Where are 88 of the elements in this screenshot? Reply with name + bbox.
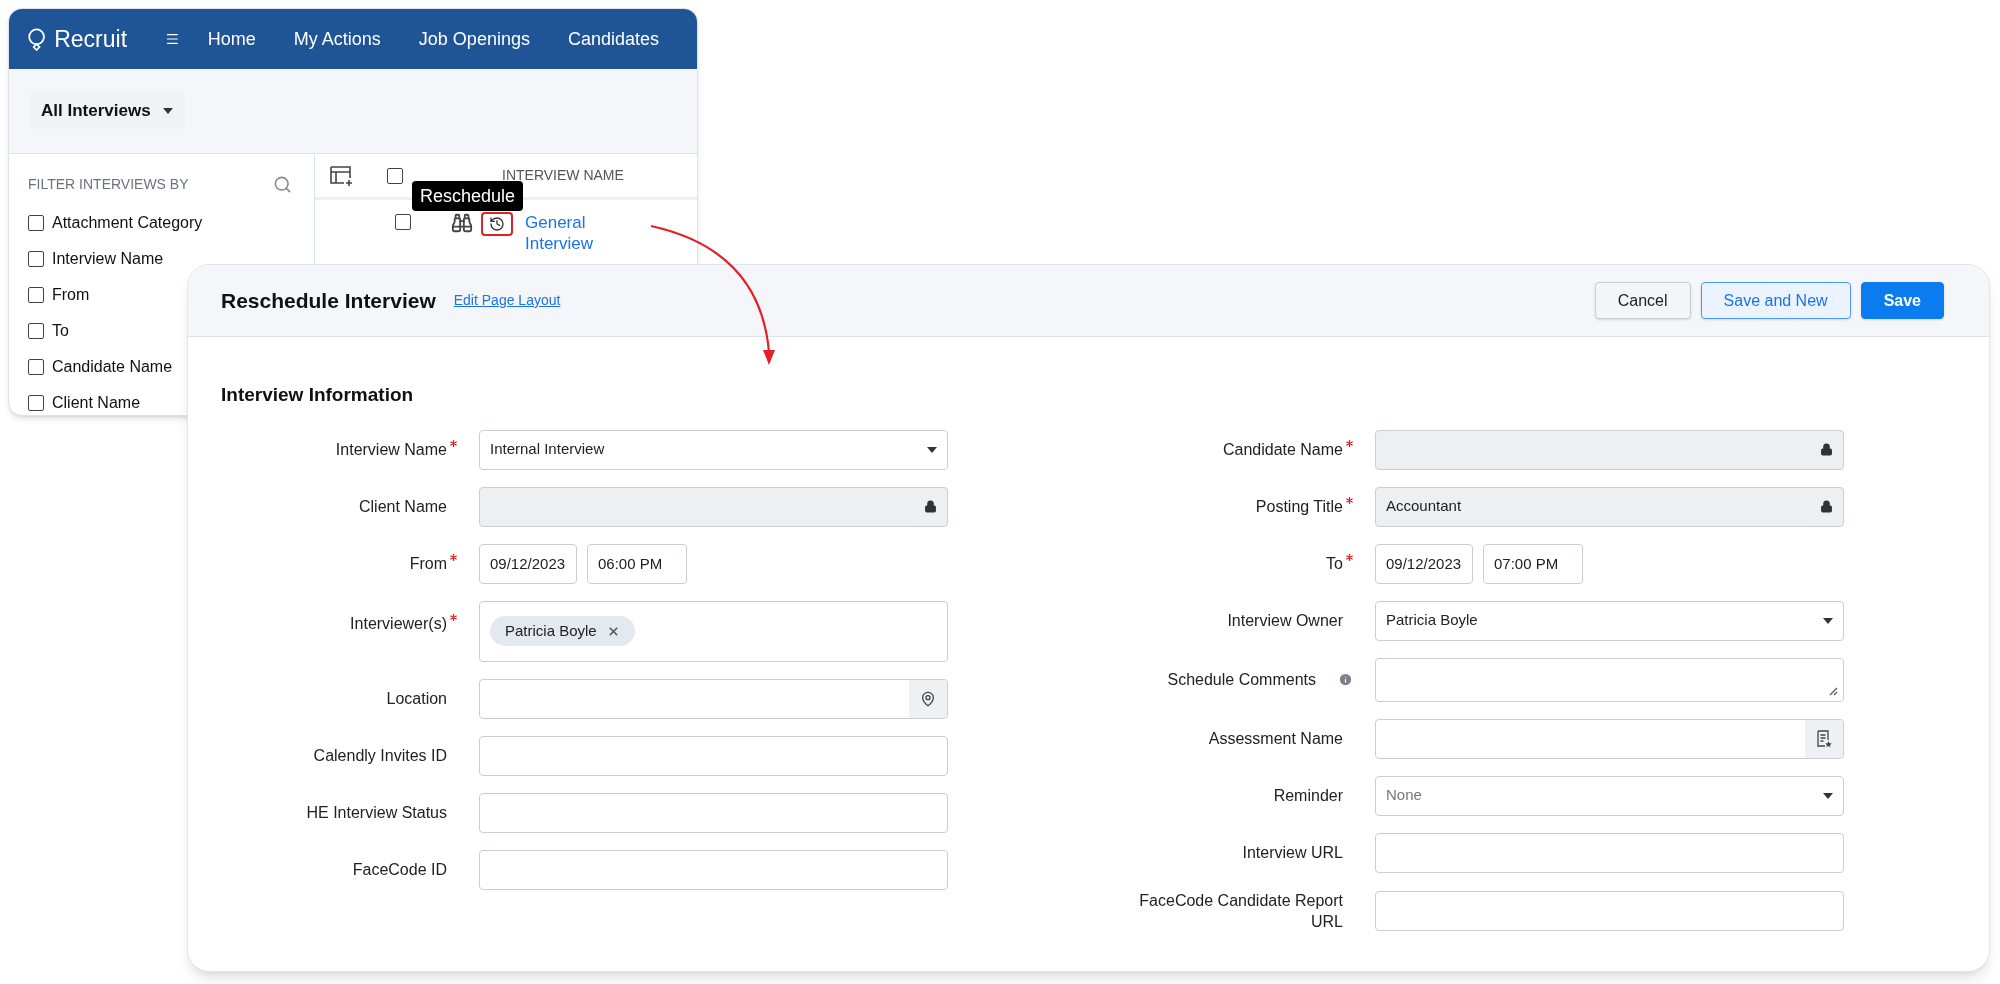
field-label: Location <box>386 688 447 709</box>
document-star-icon[interactable] <box>1816 729 1832 748</box>
lock-icon <box>1820 443 1833 456</box>
row-checkbox[interactable] <box>395 214 411 230</box>
field-label: To <box>1326 553 1343 574</box>
caret-icon <box>162 108 173 114</box>
interview-link[interactable]: General Interview <box>525 212 615 254</box>
nav-link[interactable]: Job Openings <box>418 25 530 53</box>
select-all-checkbox[interactable] <box>387 167 403 184</box>
dropdown[interactable]: Patricia Boyle <box>1375 600 1844 641</box>
field-label: Interview Owner <box>1227 610 1343 631</box>
save-button[interactable]: Save <box>1860 282 1944 319</box>
field-label: Client Name <box>358 496 447 517</box>
chip-label: Patricia Boyle <box>505 620 597 641</box>
dropdown[interactable]: None <box>1375 775 1844 816</box>
filter-title: FILTER INTERVIEWS BY <box>28 175 189 194</box>
lock-icon <box>924 500 937 513</box>
search-icon[interactable] <box>273 175 292 194</box>
nav-link[interactable]: My Actions <box>293 25 381 53</box>
text-field[interactable] <box>1375 832 1844 873</box>
field-label: Interviewer(s) <box>350 613 447 634</box>
binoculars-icon[interactable] <box>451 212 473 234</box>
view-selector[interactable]: All Interviews <box>29 93 185 129</box>
filter-label[interactable]: From <box>52 285 90 305</box>
filter-checkbox[interactable] <box>28 359 44 375</box>
text-field[interactable] <box>479 792 948 833</box>
required-icon <box>450 439 457 447</box>
location-pin-icon[interactable] <box>920 690 936 707</box>
cancel-button[interactable]: Cancel <box>1594 282 1691 319</box>
save-and-new-button[interactable]: Save and New <box>1700 282 1851 319</box>
required-icon <box>450 613 457 621</box>
comments-field[interactable] <box>1375 657 1844 702</box>
nav-link[interactable]: Home <box>207 25 256 53</box>
date-field[interactable]: 09/12/2023 <box>479 543 577 584</box>
section-title: Interview Information <box>221 383 415 407</box>
required-icon <box>1346 553 1353 561</box>
field-label: Posting Title <box>1255 496 1343 517</box>
required-icon <box>1346 439 1353 447</box>
filter-checkbox[interactable] <box>28 251 44 267</box>
lookup-field[interactable] <box>1375 718 1844 759</box>
caret-icon <box>1823 617 1833 624</box>
required-icon <box>1346 496 1353 504</box>
filter-label[interactable]: Candidate Name <box>52 357 173 377</box>
lock-icon <box>1820 500 1833 513</box>
dropdown-value: Internal Interview <box>490 439 605 460</box>
filter-checkbox[interactable] <box>28 395 44 411</box>
table-settings-icon[interactable] <box>329 164 355 187</box>
field-label: FaceCode ID <box>352 859 447 880</box>
caret-icon <box>1823 792 1833 799</box>
field-label: Interview URL <box>1242 842 1343 863</box>
brand-name[interactable]: Recruit <box>54 21 128 57</box>
dropdown-value: Patricia Boyle <box>1386 610 1478 631</box>
filter-label[interactable]: Interview Name <box>52 249 164 269</box>
time-field[interactable]: 07:00 PM <box>1483 543 1583 584</box>
filter-checkbox[interactable] <box>28 323 44 339</box>
dropdown-placeholder: None <box>1386 785 1422 806</box>
filter-label[interactable]: Client Name <box>52 393 141 413</box>
interviewer-field[interactable]: Patricia Boyle <box>479 600 948 662</box>
remove-icon[interactable] <box>606 624 620 638</box>
field-label: Assessment Name <box>1208 728 1343 749</box>
field-label: FaceCode Candidate Report URL <box>1138 890 1343 933</box>
tooltip: Reschedule <box>412 181 524 211</box>
filter-label[interactable]: To <box>52 321 69 341</box>
field-label: Schedule Comments <box>1167 669 1316 690</box>
form-title: Reschedule Interview <box>221 287 436 314</box>
filter-label[interactable]: Attachment Category <box>52 213 203 233</box>
field-label: Interview Name <box>335 439 447 460</box>
required-icon <box>450 553 457 561</box>
field-label: Reminder <box>1273 785 1343 806</box>
field-label: Candidate Name <box>1222 439 1343 460</box>
location-field[interactable] <box>479 678 948 719</box>
time-field[interactable]: 06:00 PM <box>587 543 687 584</box>
caret-icon <box>927 446 937 453</box>
text-field[interactable] <box>1375 891 1844 932</box>
field-label: From <box>409 553 447 574</box>
nav-link[interactable]: Candidates <box>567 25 659 53</box>
text-field[interactable] <box>479 735 948 776</box>
filter-checkbox[interactable] <box>28 287 44 303</box>
filter-checkbox[interactable] <box>28 215 44 231</box>
field-value: Accountant <box>1386 496 1462 517</box>
resize-handle-icon[interactable] <box>1829 686 1838 696</box>
clock-history-icon <box>489 216 505 232</box>
edit-layout-link[interactable]: Edit Page Layout <box>453 290 561 311</box>
field-label: Calendly Invites ID <box>313 745 447 766</box>
date-field[interactable]: 09/12/2023 <box>1375 543 1473 584</box>
field-label: HE Interview Status <box>306 802 447 823</box>
text-field[interactable] <box>479 849 948 890</box>
dropdown[interactable]: Internal Interview <box>479 429 948 470</box>
